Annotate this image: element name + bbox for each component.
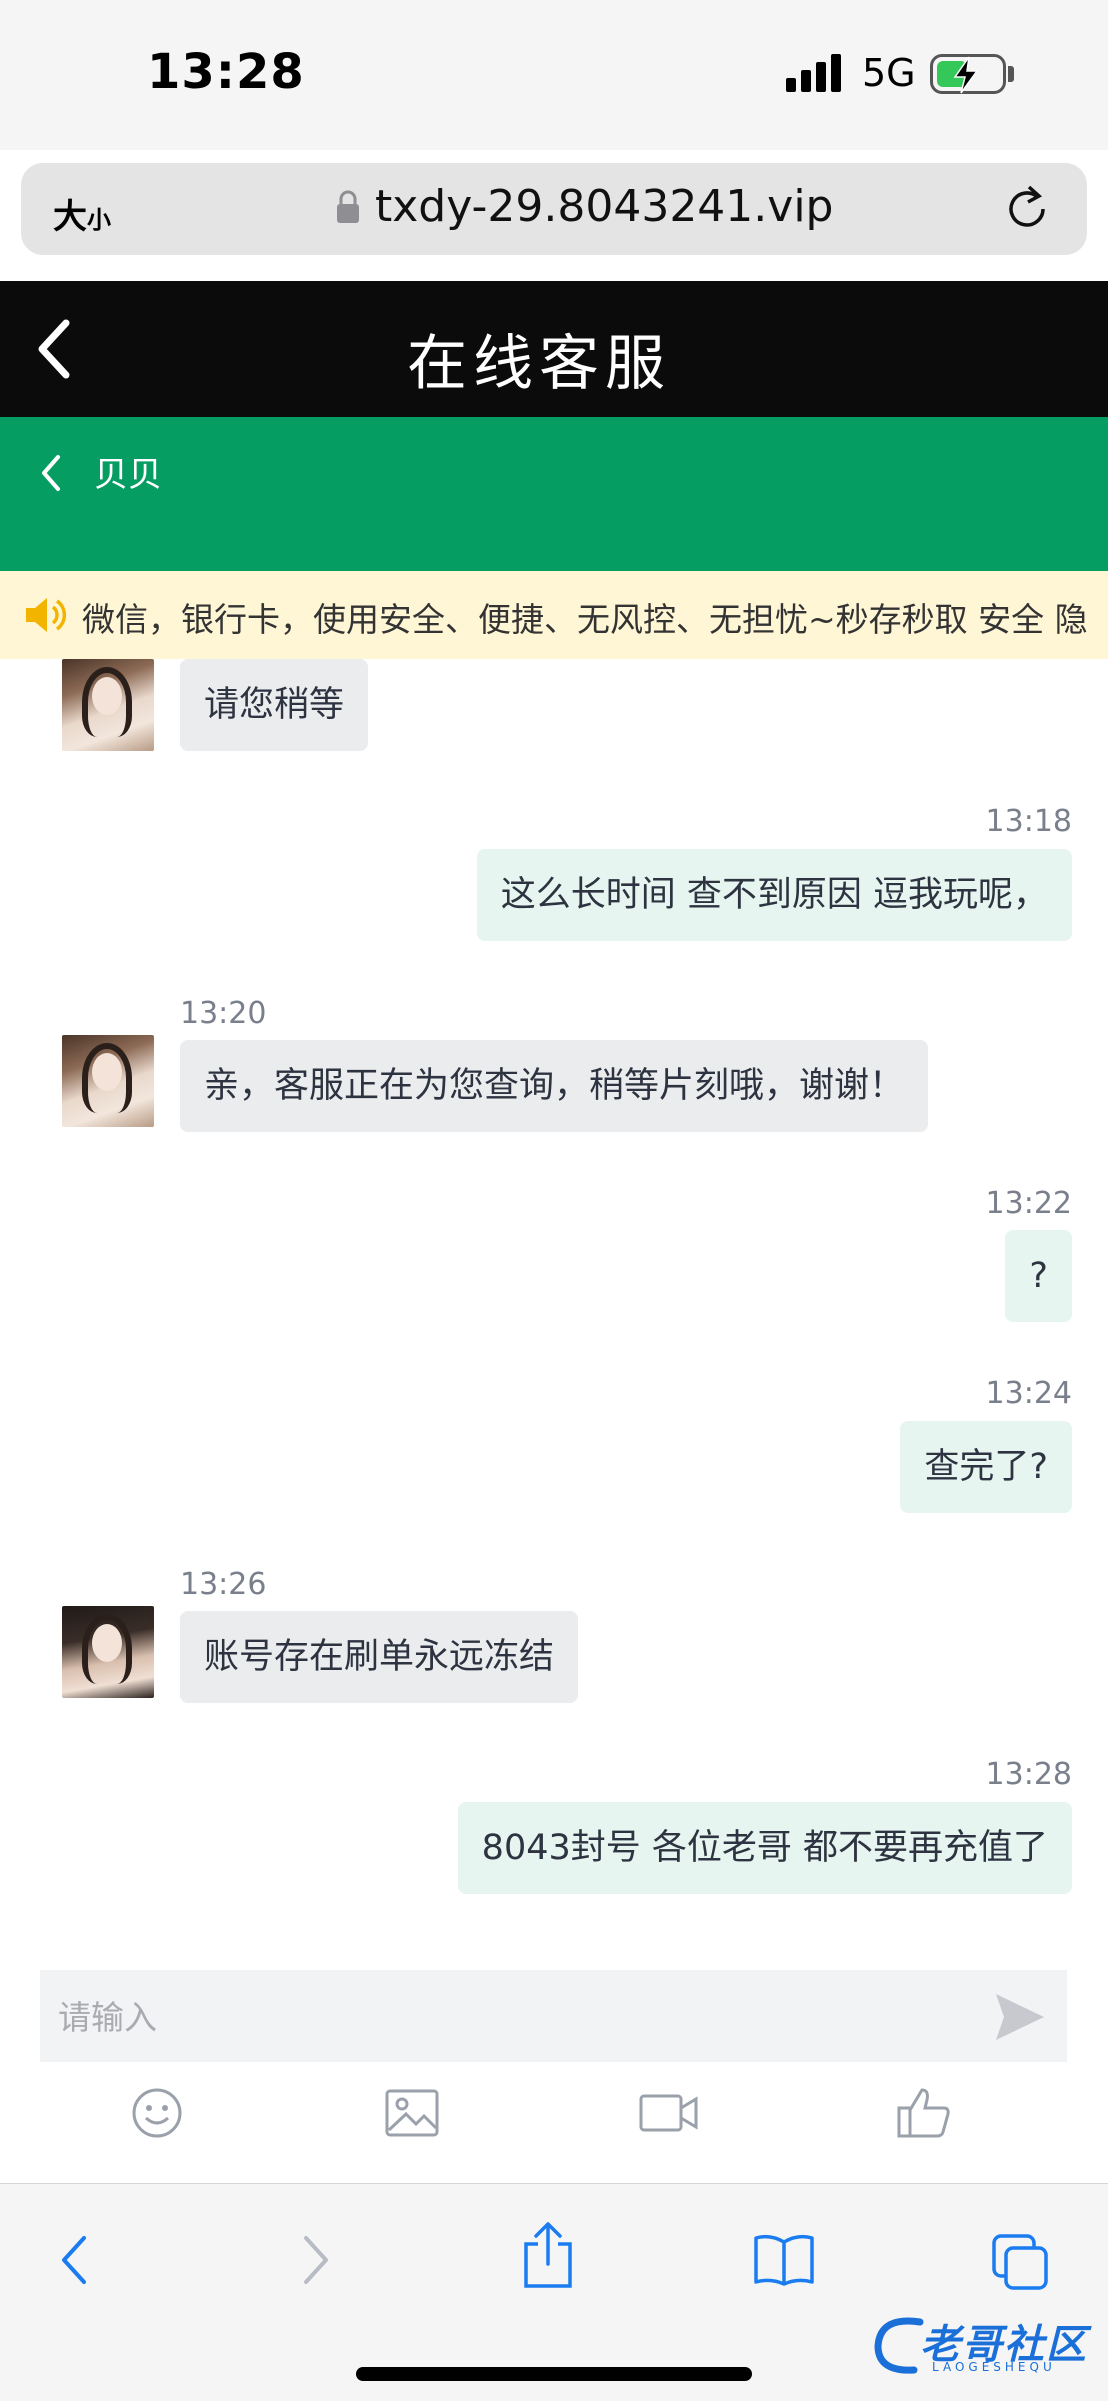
battery-cap (1008, 66, 1014, 82)
bookmarks-icon[interactable] (752, 2232, 816, 2288)
message-timestamp: 13:26 (180, 1567, 267, 1602)
message-timestamp: 13:18 (985, 804, 1072, 839)
back-icon[interactable] (56, 2232, 92, 2288)
page-header: 在线客服 (0, 281, 1108, 417)
lock-icon (337, 190, 359, 223)
message-bubble-agent: 亲，客服正在为您查询，稍等片刻哦，谢谢！ (180, 1040, 929, 1132)
network-type: 5G (862, 51, 916, 95)
thumbs-up-icon[interactable] (896, 2086, 952, 2140)
message-timestamp: 13:28 (985, 1757, 1072, 1792)
speaker-icon (26, 598, 67, 632)
chat-toolbar (0, 2076, 1108, 2156)
forward-icon[interactable] (298, 2232, 334, 2288)
message-bubble-user: 8043封号 各位老哥 都不要再充值了 (457, 1802, 1072, 1894)
message-bubble-agent: 账号存在刷单永远冻结 (180, 1611, 579, 1703)
agent-avatar (62, 659, 154, 751)
page-title: 在线客服 (407, 329, 671, 399)
watermark-subtext: LAOGESHEQU (932, 2360, 1056, 2374)
agent-avatar (62, 1035, 154, 1127)
text-size-button[interactable]: 大小 (53, 189, 111, 238)
send-icon[interactable] (994, 1992, 1046, 2042)
notice-text: 微信，银行卡，使用安全、便捷、无风控、无担忧~秒存秒取 安全 隐 (82, 600, 1088, 639)
address-bar[interactable]: 大小 txdy-29.8043241.vip (21, 163, 1087, 255)
chevron-left-icon[interactable] (36, 451, 66, 495)
message-bubble-agent: 请您稍等 (180, 659, 369, 751)
message-bubble-user: 这么长时间 查不到原因 逗我玩呢， (476, 849, 1072, 941)
video-icon[interactable] (638, 2086, 700, 2140)
url-text[interactable]: txdy-29.8043241.vip (375, 181, 833, 232)
agent-name[interactable]: 贝贝 (94, 447, 162, 496)
reload-icon[interactable] (1003, 181, 1053, 237)
notice-bar: 微信，银行卡，使用安全、便捷、无风控、无担忧~秒存秒取 安全 隐 (0, 571, 1108, 659)
battery-icon (930, 54, 1006, 94)
agent-bar: 贝贝 (0, 417, 1108, 571)
tabs-icon[interactable] (990, 2232, 1050, 2292)
status-time: 13:28 (147, 44, 305, 100)
message-input-box (40, 1970, 1067, 2064)
agent-avatar (62, 1606, 154, 1698)
cellular-signal-icon (786, 52, 842, 92)
share-icon[interactable] (520, 2220, 576, 2290)
message-timestamp: 13:22 (985, 1186, 1072, 1221)
message-bubble-user: 查完了? (900, 1421, 1072, 1513)
message-bubble-user: ? (1005, 1230, 1072, 1322)
message-timestamp: 13:24 (985, 1376, 1072, 1411)
status-bar: 13:28 5G (0, 0, 1108, 150)
image-icon[interactable] (384, 2086, 440, 2140)
chat-area[interactable]: 请您稍等 13:18 这么长时间 查不到原因 逗我玩呢， 13:20 亲，客服正… (0, 659, 1108, 1959)
message-input[interactable] (40, 1970, 980, 2064)
message-timestamp: 13:20 (180, 996, 267, 1031)
home-indicator (356, 2367, 752, 2381)
emoji-icon[interactable] (130, 2086, 184, 2140)
watermark-logo: 老哥社区 LAOGESHEQU (870, 2308, 1096, 2380)
